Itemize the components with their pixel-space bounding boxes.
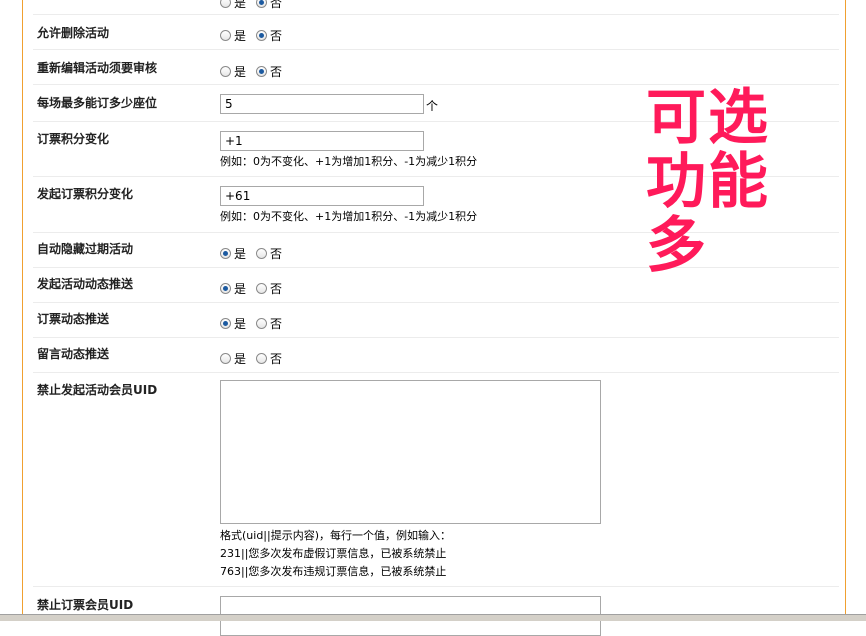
radio-yes-label: 是 <box>234 65 247 79</box>
radio-no[interactable] <box>256 283 268 294</box>
example-line-1: 231||您多次发布虚假订票信息，已被系统禁止 <box>220 547 447 560</box>
row-allow-delete: 允许删除活动 是 否 <box>33 15 839 50</box>
format-hint-line: 格式(uid||提示内容)，每行一个值，例如输入： <box>220 529 452 542</box>
field-label: 发起活动动态推送 <box>37 277 134 291</box>
booking-points-input[interactable] <box>220 131 424 151</box>
field-label: 订票积分变化 <box>37 132 110 146</box>
launch-points-input[interactable] <box>220 186 424 206</box>
radio-yes[interactable] <box>220 30 231 41</box>
annotation-line-3: 多 <box>646 211 708 281</box>
radio-no-label: 否 <box>270 282 283 296</box>
radio-yes-label: 是 <box>234 282 247 296</box>
radio-yes[interactable] <box>220 318 231 329</box>
row-comment-push: 留言动态推送 是 否 <box>33 338 839 373</box>
row-ban-booking-uid: 禁止订票会员UID <box>33 587 839 636</box>
radio-no-label: 否 <box>270 352 283 366</box>
max-seats-input[interactable] <box>220 94 424 114</box>
field-label: 自动隐藏过期活动 <box>37 242 134 256</box>
radio-yes-label: 是 <box>234 352 247 366</box>
row-partial-top: 是 否 <box>33 0 839 15</box>
field-label: 每场最多能订多少座位 <box>37 96 158 110</box>
radio-no-label: 否 <box>270 29 283 43</box>
field-label: 重新编辑活动须要审核 <box>37 61 158 75</box>
radio-no-label: 否 <box>270 317 283 331</box>
radio-no[interactable] <box>256 318 268 329</box>
radio-no[interactable] <box>256 66 268 77</box>
field-label: 允许删除活动 <box>37 26 110 40</box>
radio-yes-label: 是 <box>234 0 247 10</box>
radio-no-label: 否 <box>270 65 283 79</box>
annotation-line-1: 可选 <box>646 83 770 153</box>
radio-yes[interactable] <box>220 66 231 77</box>
ban-launch-uid-textarea[interactable] <box>220 380 601 524</box>
radio-yes-label: 是 <box>234 29 247 43</box>
radio-yes[interactable] <box>220 248 231 259</box>
radio-yes[interactable] <box>220 283 231 294</box>
radio-yes[interactable] <box>220 0 231 8</box>
radio-no-label: 否 <box>270 247 283 261</box>
row-reedit-review: 重新编辑活动须要审核 是 否 <box>33 50 839 85</box>
radio-no-label: 否 <box>270 0 283 10</box>
radio-yes-label: 是 <box>234 247 247 261</box>
row-ban-launch-uid: 禁止发起活动会员UID 格式(uid||提示内容)，每行一个值，例如输入： 23… <box>33 373 839 587</box>
radio-yes-label: 是 <box>234 317 247 331</box>
hint-text: 例如：0为不变化、+1为增加1积分、-1为减少1积分 <box>220 155 478 168</box>
radio-no[interactable] <box>256 248 268 259</box>
field-label: 留言动态推送 <box>37 347 110 361</box>
field-label: 禁止订票会员UID <box>37 598 134 612</box>
field-label: 发起订票积分变化 <box>37 187 134 201</box>
example-line-2: 763||您多次发布违规订票信息，已被系统禁止 <box>220 565 447 578</box>
radio-no[interactable] <box>256 0 268 8</box>
field-label: 订票动态推送 <box>37 312 110 326</box>
hint-text: 例如：0为不变化、+1为增加1积分、-1为减少1积分 <box>220 210 478 223</box>
annotation-overlay: 可选 功能 多 <box>646 86 786 278</box>
annotation-line-2: 功能 <box>646 147 770 217</box>
row-booking-push: 订票动态推送 是 否 <box>33 303 839 338</box>
radio-no[interactable] <box>256 30 268 41</box>
unit-label: 个 <box>426 99 439 113</box>
radio-yes[interactable] <box>220 353 231 364</box>
radio-no[interactable] <box>256 353 268 364</box>
field-label: 禁止发起活动会员UID <box>37 383 158 397</box>
